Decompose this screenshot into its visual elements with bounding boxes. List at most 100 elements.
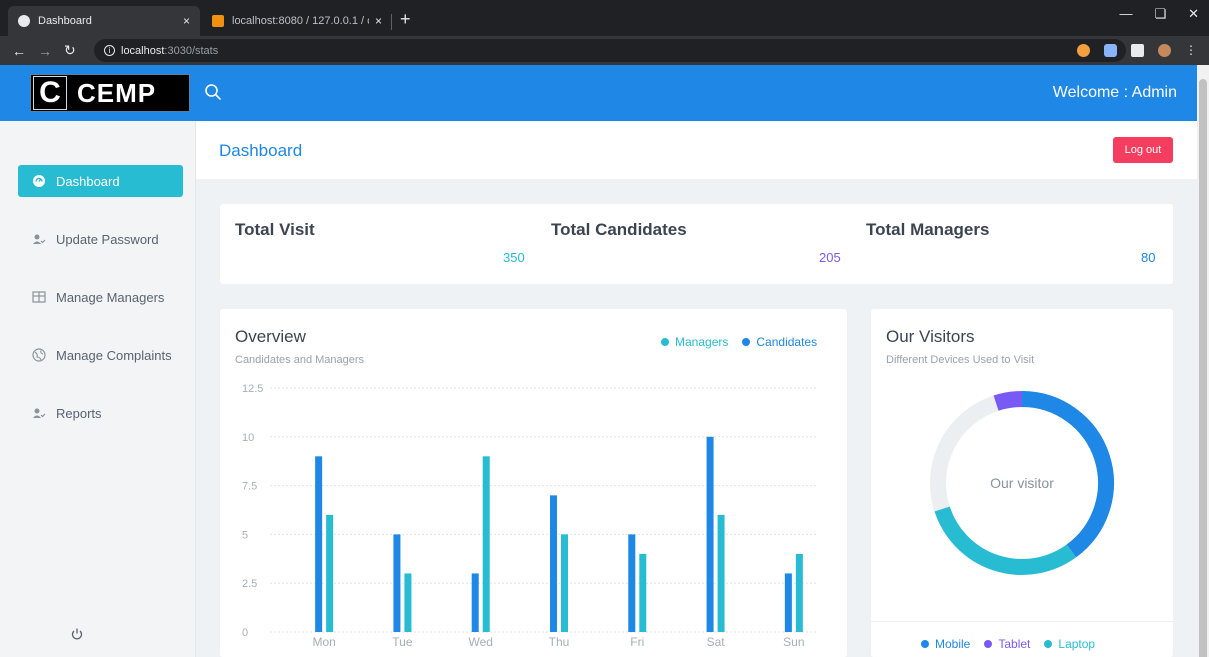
donut-slice-tablet: [993, 391, 1023, 411]
y-tick-label: 5: [242, 529, 248, 541]
minimize-icon[interactable]: —: [1119, 6, 1132, 22]
y-tick-label: 0: [242, 627, 248, 639]
donut-slice-laptop: [934, 506, 1077, 575]
forward-icon[interactable]: →: [38, 43, 52, 59]
x-tick-label: Sun: [783, 635, 804, 649]
new-tab-button[interactable]: +: [400, 9, 411, 30]
globe-icon: [32, 348, 46, 362]
address-bar: ← → ↻ i localhost:3030/stats ☆ ⋮: [0, 36, 1209, 65]
x-tick-label: Tue: [392, 635, 413, 649]
divider: [871, 621, 1173, 622]
browser-tab-dashboard[interactable]: Dashboard ×: [8, 6, 200, 36]
bar-managers: [326, 514, 334, 632]
x-tick-label: Wed: [468, 635, 492, 649]
user-check-icon: [33, 408, 46, 418]
stat-label-total-managers: Total Managers: [866, 220, 990, 239]
visitors-donut-chart: [930, 391, 1114, 575]
bar-candidates: [471, 573, 479, 632]
sidebar-item-manage-complaints[interactable]: Manage Complaints: [18, 339, 183, 371]
globe-icon: [18, 15, 30, 27]
y-tick-label: 7.5: [242, 481, 257, 493]
visitors-legend: Mobile Tablet Laptop: [921, 637, 1095, 651]
back-icon[interactable]: ←: [12, 43, 26, 59]
stats-card: Total Visit 350 Total Candidates 205 Tot…: [220, 204, 1173, 284]
app-header: C CEMP Welcome : Admin: [0, 65, 1197, 121]
donut-slice-other: [930, 395, 999, 512]
logo-word: CEMP: [77, 77, 157, 108]
shield-icon[interactable]: [1104, 44, 1117, 57]
stat-value-total-managers: 80: [1141, 250, 1156, 265]
close-icon[interactable]: ×: [375, 14, 382, 28]
x-tick-label: Sat: [707, 635, 726, 649]
legend-item-laptop[interactable]: Laptop: [1044, 637, 1095, 651]
legend-item-mobile[interactable]: Mobile: [921, 637, 970, 651]
overview-bar-chart: 0 2.5 5 7.5 10 12.5 Mon Tue Wed Thu Fri Sat Sun: [242, 383, 818, 649]
logout-button[interactable]: Log out: [1113, 137, 1173, 163]
table-icon: [32, 291, 46, 303]
url-host: localhost: [121, 44, 165, 57]
y-tick-label: 12.5: [242, 383, 263, 395]
sidebar-item-label: Update Password: [56, 231, 159, 247]
stat-label-total-visit: Total Visit: [235, 220, 315, 239]
tab-separator: [391, 14, 392, 30]
more-icon[interactable]: ⋮: [1185, 44, 1197, 57]
page-title: Dashboard: [219, 141, 303, 160]
tab-title: Dashboard: [38, 15, 92, 27]
extension-icon[interactable]: [1077, 44, 1090, 57]
search-icon[interactable]: [204, 83, 222, 101]
sidebar: Dashboard Update Password Manage Manager…: [0, 121, 196, 657]
sidebar-item-label: Manage Complaints: [56, 347, 172, 363]
sidebar-item-label: Reports: [56, 405, 102, 421]
sidebar-item-reports[interactable]: Reports: [18, 397, 183, 429]
sidebar-item-dashboard[interactable]: Dashboard: [18, 165, 183, 197]
legend-item-tablet[interactable]: Tablet: [984, 637, 1030, 651]
browser-tab-bar: Dashboard × localhost:8080 / 127.0.0.1 /…: [0, 0, 1209, 36]
power-icon[interactable]: [70, 627, 84, 641]
sidebar-item-update-password[interactable]: Update Password: [18, 223, 183, 255]
legend-label: Mobile: [935, 637, 971, 651]
bar-candidates: [315, 456, 323, 632]
maximize-icon[interactable]: ❏: [1154, 6, 1166, 22]
bar-candidates: [393, 534, 401, 632]
bar-candidates: [706, 436, 714, 632]
browser-tab-phpmyadmin[interactable]: localhost:8080 / 127.0.0.1 / cemp ×: [202, 6, 392, 36]
close-icon[interactable]: ×: [183, 14, 190, 28]
scrollbar-thumb[interactable]: [1199, 79, 1207, 657]
puzzle-icon[interactable]: [1131, 44, 1144, 57]
stat-label-total-candidates: Total Candidates: [551, 220, 687, 239]
legend-label: Tablet: [998, 637, 1031, 651]
x-tick-label: Mon: [312, 635, 335, 649]
window-controls: — ❏ ✕: [1119, 6, 1199, 22]
y-tick-label: 10: [242, 432, 254, 444]
reload-icon[interactable]: ↻: [64, 42, 76, 59]
donut-center-label: Our visitor: [990, 475, 1054, 491]
sidebar-item-label: Dashboard: [56, 173, 120, 189]
close-window-icon[interactable]: ✕: [1188, 6, 1199, 22]
bar-candidates: [628, 534, 636, 632]
extension-icons: ⋮: [1077, 44, 1197, 57]
x-tick-label: Fri: [630, 635, 644, 649]
page-scrollbar[interactable]: [1197, 65, 1209, 657]
bar-managers: [639, 553, 647, 632]
sidebar-item-label: Manage Managers: [56, 289, 165, 305]
info-icon[interactable]: i: [104, 45, 115, 56]
url-input[interactable]: i localhost:3030/stats ☆: [94, 39, 1126, 62]
avatar[interactable]: [1158, 44, 1171, 57]
bar-managers: [404, 573, 412, 632]
stat-value-total-candidates: 205: [819, 250, 841, 265]
user-check-icon: [33, 234, 46, 244]
page-header: Dashboard Log out: [196, 121, 1197, 179]
bar-managers: [795, 553, 803, 632]
logo[interactable]: C CEMP: [30, 74, 190, 112]
overview-card: Overview Candidates and Managers Manager…: [220, 309, 847, 657]
bar-managers: [717, 514, 725, 632]
phpmyadmin-icon: [212, 15, 224, 27]
bar-managers: [482, 456, 490, 632]
x-tick-label: Thu: [549, 635, 570, 649]
stat-value-total-visit: 350: [503, 250, 525, 265]
bar-candidates: [784, 573, 792, 632]
sidebar-item-manage-managers[interactable]: Manage Managers: [18, 281, 183, 313]
legend-dot: [921, 640, 929, 648]
visitors-card: Our Visitors Different Devices Used to V…: [871, 309, 1173, 657]
logo-letter: C: [33, 76, 67, 110]
